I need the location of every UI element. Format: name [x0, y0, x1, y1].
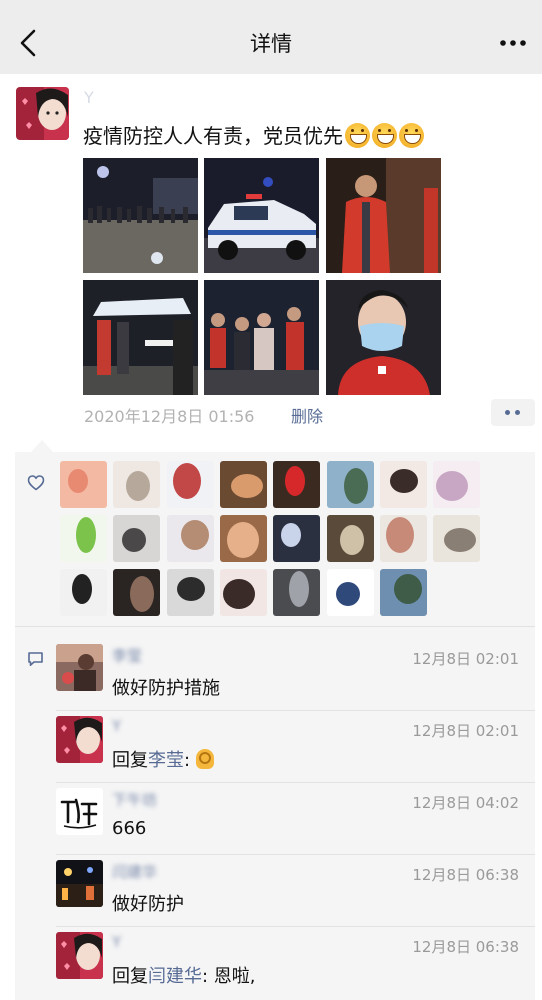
comment-divider — [56, 782, 535, 783]
commenter-name[interactable]: Y — [112, 717, 121, 735]
heart-outline-icon — [27, 475, 45, 491]
like-avatar[interactable] — [220, 461, 267, 508]
like-avatar[interactable] — [380, 569, 427, 616]
grinning-face-icon — [372, 123, 397, 148]
like-avatar[interactable] — [113, 569, 160, 616]
post-photo[interactable] — [83, 158, 198, 273]
comment-divider — [56, 710, 535, 711]
comment-time: 12月8日 02:01 — [412, 722, 519, 740]
panel-pointer — [31, 440, 53, 452]
page-title: 详情 — [250, 32, 292, 56]
comment-item[interactable]: Y 12月8日 06:38 回复闫建华: 恩啦, — [56, 932, 535, 1000]
commenter-avatar[interactable] — [56, 860, 103, 907]
like-avatar[interactable] — [327, 569, 374, 616]
like-avatar[interactable] — [113, 461, 160, 508]
like-avatar[interactable] — [380, 515, 427, 562]
commenter-name[interactable]: 李莹 — [112, 645, 142, 666]
delete-link[interactable]: 删除 — [291, 403, 323, 427]
photo-grid — [83, 158, 441, 396]
grinning-face-icon — [345, 123, 370, 148]
like-avatar[interactable] — [220, 515, 267, 562]
author-avatar[interactable] — [16, 87, 69, 140]
panel-divider — [15, 626, 535, 627]
comment-bubble-icon — [28, 652, 43, 666]
post-photo[interactable] — [326, 280, 441, 395]
like-avatar[interactable] — [273, 515, 320, 562]
dot-icon — [505, 410, 510, 415]
like-avatar[interactable] — [273, 461, 320, 508]
comment-time: 12月8日 06:38 — [412, 866, 519, 884]
commenter-avatar[interactable] — [56, 932, 103, 979]
comment-time: 12月8日 02:01 — [412, 650, 519, 668]
comment-text: 666 — [112, 818, 147, 839]
comment-divider — [56, 926, 535, 927]
reply-separator: : — [184, 750, 191, 771]
post-text: 疫情防控人人有责，党员优先 — [83, 120, 424, 149]
commenter-avatar[interactable] — [56, 644, 103, 691]
dot-icon — [515, 410, 520, 415]
like-avatar[interactable] — [220, 569, 267, 616]
like-avatar[interactable] — [327, 515, 374, 562]
comment-item[interactable]: 下午坊 12月8日 04:02 666 — [56, 788, 535, 860]
more-horizontal-icon[interactable] — [498, 30, 528, 56]
like-avatar[interactable] — [433, 515, 480, 562]
like-avatar[interactable] — [167, 515, 214, 562]
like-avatar[interactable] — [273, 569, 320, 616]
comment-time: 12月8日 04:02 — [412, 794, 519, 812]
comment-text: 做好防护措施 — [112, 678, 220, 699]
like-avatar[interactable] — [327, 461, 374, 508]
comment-item[interactable]: Y 12月8日 02:01 回复李莹: — [56, 716, 535, 788]
comment-time: 12月8日 06:38 — [412, 938, 519, 956]
comment-item[interactable]: 李莹 12月8日 02:01 做好防护措施 — [56, 644, 535, 716]
like-avatar[interactable] — [433, 461, 480, 508]
commenter-avatar[interactable] — [56, 788, 103, 835]
like-avatar[interactable] — [380, 461, 427, 508]
reply-separator: : — [202, 966, 214, 987]
comment-text: 做好防护 — [112, 894, 184, 915]
commenter-avatar[interactable] — [56, 716, 103, 763]
more-actions-button[interactable] — [491, 399, 535, 426]
post-photo[interactable] — [204, 158, 319, 273]
author-name[interactable]: Y — [84, 88, 94, 107]
reply-target-link[interactable]: 李莹 — [148, 750, 184, 771]
reply-prefix: 回复 — [112, 750, 148, 771]
comment-text: 回复闫建华: 恩啦, — [112, 962, 256, 988]
like-avatar[interactable] — [60, 569, 107, 616]
like-avatar[interactable] — [167, 569, 214, 616]
reply-prefix: 回复 — [112, 966, 148, 987]
like-avatar[interactable] — [167, 461, 214, 508]
commenter-name[interactable]: 闫建华 — [112, 861, 157, 882]
like-avatar[interactable] — [113, 515, 160, 562]
like-avatar[interactable] — [60, 461, 107, 508]
comment-text: 回复李莹: — [112, 746, 214, 772]
comment-item[interactable]: 闫建华 12月8日 06:38 做好防护 — [56, 860, 535, 932]
grinning-face-icon — [399, 123, 424, 148]
reply-text: 恩啦, — [213, 966, 256, 987]
post-photo[interactable] — [326, 158, 441, 273]
post-timestamp: 2020年12月8日 01:56 — [84, 407, 255, 426]
post-photo[interactable] — [83, 280, 198, 395]
like-avatar[interactable] — [60, 515, 107, 562]
commenter-name[interactable]: 下午坊 — [112, 789, 157, 810]
nav-bar: 详情 — [0, 0, 542, 74]
comment-divider — [56, 854, 535, 855]
post-photo[interactable] — [204, 280, 319, 395]
commenter-name[interactable]: Y — [112, 933, 121, 951]
post-text-content: 疫情防控人人有责，党员优先 — [83, 124, 343, 148]
ok-hand-icon — [195, 749, 214, 769]
reply-target-link[interactable]: 闫建华 — [148, 966, 202, 987]
